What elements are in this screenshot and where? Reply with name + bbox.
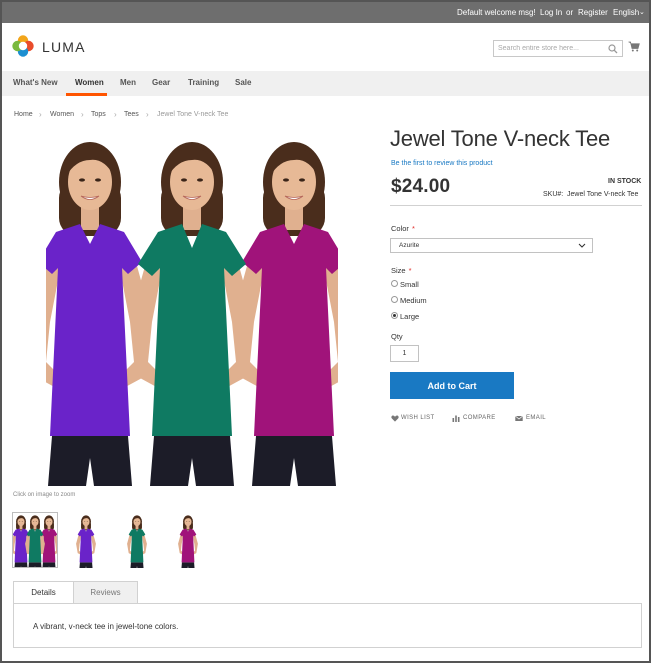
required-mark: * bbox=[411, 224, 415, 233]
product-description: A vibrant, v-neck tee in jewel-tone colo… bbox=[33, 622, 179, 631]
welcome-message: Default welcome msg! bbox=[457, 8, 536, 17]
details-panel: A vibrant, v-neck tee in jewel-tone colo… bbox=[13, 603, 642, 648]
language-switcher[interactable]: English bbox=[613, 8, 639, 17]
email-link[interactable]: EMAIL bbox=[526, 415, 546, 421]
page-frame: Default welcome msg! Log In or Register … bbox=[0, 0, 651, 663]
chevron-down-icon: ⌄ bbox=[639, 9, 645, 16]
review-link[interactable]: Be the first to review this product bbox=[391, 160, 493, 167]
size-option-small: Small bbox=[400, 280, 419, 289]
tab-reviews[interactable]: Reviews bbox=[74, 581, 138, 603]
required-mark: * bbox=[408, 266, 412, 275]
breadcrumb-women[interactable]: Women bbox=[50, 111, 74, 118]
login-link[interactable]: Log In bbox=[540, 8, 562, 17]
breadcrumb-tees[interactable]: Tees bbox=[124, 111, 139, 118]
product-price: $24.00 bbox=[391, 176, 451, 197]
nav-item-men[interactable]: Men bbox=[120, 78, 136, 87]
stock-status: IN STOCK bbox=[608, 178, 642, 185]
qty-input[interactable]: 1 bbox=[390, 345, 419, 362]
color-label: Color * bbox=[391, 224, 415, 233]
qty-label: Qty bbox=[391, 332, 403, 341]
breadcrumb-home[interactable]: Home bbox=[14, 111, 33, 118]
luma-logo-icon[interactable] bbox=[12, 35, 34, 57]
cart-icon[interactable] bbox=[628, 41, 640, 52]
compare-icon[interactable] bbox=[452, 415, 460, 422]
breadcrumb-tops[interactable]: Tops bbox=[91, 111, 106, 118]
sku-value: Jewel Tone V-neck Tee bbox=[567, 191, 639, 198]
size-label-text: Size bbox=[391, 266, 406, 275]
size-option-medium: Medium bbox=[400, 296, 427, 305]
thumbnail-4[interactable] bbox=[165, 512, 211, 568]
main-navigation: What's New Women Men Gear Training Sale bbox=[2, 71, 649, 96]
email-icon[interactable] bbox=[515, 415, 523, 422]
nav-item-gear[interactable]: Gear bbox=[152, 78, 170, 87]
product-title: Jewel Tone V-neck Tee bbox=[390, 126, 611, 151]
nav-active-indicator bbox=[66, 93, 107, 96]
chevron-right-icon: › bbox=[146, 110, 149, 119]
size-label: Size * bbox=[391, 266, 412, 275]
nav-item-sale[interactable]: Sale bbox=[235, 78, 251, 87]
tab-details[interactable]: Details bbox=[13, 581, 74, 604]
chevron-right-icon: › bbox=[39, 110, 42, 119]
color-select[interactable]: Azurite bbox=[390, 238, 593, 253]
search-icon[interactable] bbox=[608, 44, 618, 54]
top-bar: Default welcome msg! Log In or Register … bbox=[2, 2, 649, 23]
divider bbox=[390, 205, 642, 206]
add-to-cart-button[interactable]: Add to Cart bbox=[390, 372, 514, 399]
search-box bbox=[493, 40, 623, 57]
header: LUMA bbox=[2, 23, 649, 71]
thumbnail-2[interactable] bbox=[63, 512, 109, 568]
nav-item-training[interactable]: Training bbox=[188, 78, 219, 87]
search-input[interactable] bbox=[498, 42, 606, 55]
thumbnail-1[interactable] bbox=[12, 512, 58, 568]
product-main-image[interactable] bbox=[46, 132, 338, 487]
size-option-large: Large bbox=[400, 312, 420, 321]
size-radio-medium[interactable] bbox=[391, 296, 398, 303]
chevron-right-icon: › bbox=[114, 110, 117, 119]
chevron-right-icon: › bbox=[81, 110, 84, 119]
size-radio-large[interactable] bbox=[391, 312, 398, 319]
heart-icon[interactable] bbox=[391, 415, 399, 422]
logo-text[interactable]: LUMA bbox=[42, 39, 86, 55]
nav-item-women[interactable]: Women bbox=[75, 78, 104, 87]
zoom-hint: Click on image to zoom bbox=[13, 492, 76, 498]
register-link[interactable]: Register bbox=[578, 8, 608, 17]
thumbnail-strip bbox=[12, 512, 212, 570]
sku-label: SKU#: bbox=[543, 191, 564, 198]
thumbnail-3[interactable] bbox=[114, 512, 160, 568]
breadcrumb-current: Jewel Tone V-neck Tee bbox=[157, 111, 229, 118]
or-text: or bbox=[566, 8, 574, 17]
color-label-text: Color bbox=[391, 224, 409, 233]
compare-link[interactable]: COMPARE bbox=[463, 415, 496, 421]
wishlist-link[interactable]: WISH LIST bbox=[401, 415, 435, 421]
chevron-down-icon bbox=[578, 243, 586, 248]
color-select-value: Azurite bbox=[399, 242, 420, 249]
size-radio-small[interactable] bbox=[391, 280, 398, 287]
nav-item-whats-new[interactable]: What's New bbox=[13, 78, 58, 87]
